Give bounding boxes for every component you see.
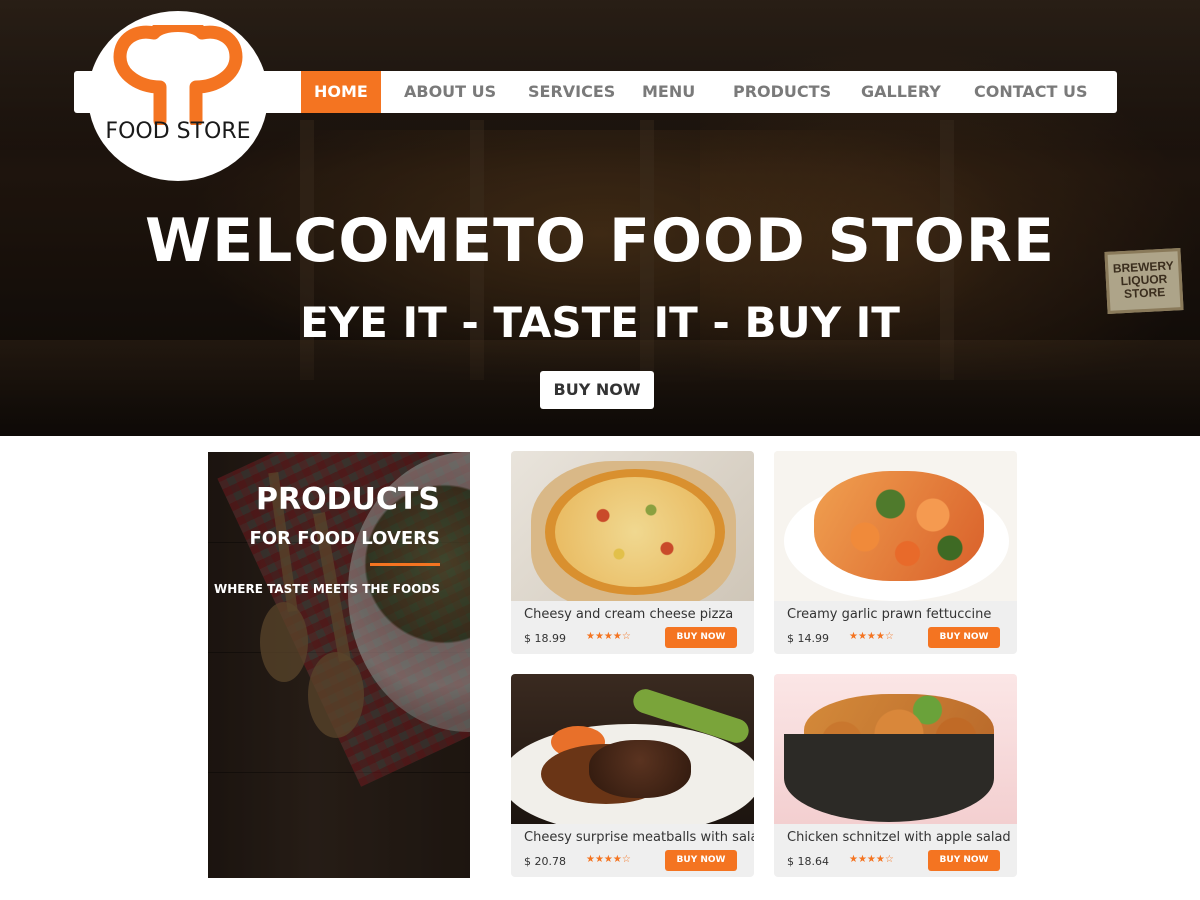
buy-now-button[interactable]: BUY NOW bbox=[928, 627, 1000, 648]
product-image-prawn[interactable] bbox=[774, 451, 1017, 601]
product-price: $ 18.99 bbox=[524, 632, 566, 645]
promo-tagline: WHERE TASTE MEETS THE FOODS bbox=[214, 582, 440, 596]
nav-item-menu[interactable]: MENU bbox=[642, 71, 695, 113]
chef-hat-icon bbox=[113, 25, 243, 125]
pizza-toppings bbox=[555, 477, 715, 587]
nav-item-products[interactable]: PRODUCTS bbox=[733, 71, 831, 113]
promo-panel: PRODUCTS FOR FOOD LOVERS WHERE TASTE MEE… bbox=[208, 452, 470, 878]
prawn-dish bbox=[814, 471, 984, 581]
product-name[interactable]: Cheesy surprise meatballs with salad bbox=[524, 830, 754, 845]
product-image-pizza[interactable] bbox=[511, 451, 754, 601]
site-logo[interactable]: FOOD STORE bbox=[88, 11, 268, 181]
product-price: $ 18.64 bbox=[787, 855, 829, 868]
product-card: Cheesy and cream cheese pizza $ 18.99 ★★… bbox=[511, 451, 754, 654]
basket bbox=[784, 734, 994, 822]
product-image-meatballs[interactable] bbox=[511, 674, 754, 824]
star-rating: ★★★★☆ bbox=[586, 854, 631, 865]
meat bbox=[589, 740, 691, 798]
buy-now-button[interactable]: BUY NOW bbox=[665, 850, 737, 871]
star-rating: ★★★★☆ bbox=[849, 631, 894, 642]
nav-item-home[interactable]: HOME bbox=[301, 71, 381, 113]
promo-divider bbox=[370, 563, 440, 566]
nav-item-services[interactable]: SERVICES bbox=[528, 71, 615, 113]
product-card: Cheesy surprise meatballs with salad $ 2… bbox=[511, 674, 754, 877]
product-card: Creamy garlic prawn fettuccine $ 14.99 ★… bbox=[774, 451, 1017, 654]
nav-item-about-us[interactable]: ABOUT US bbox=[404, 71, 496, 113]
product-name[interactable]: Creamy garlic prawn fettuccine bbox=[787, 607, 991, 622]
buy-now-button[interactable]: BUY NOW bbox=[665, 627, 737, 648]
product-price: $ 14.99 bbox=[787, 632, 829, 645]
promo-subtitle: FOR FOOD LOVERS bbox=[249, 528, 440, 549]
product-name[interactable]: Chicken schnitzel with apple salad bbox=[787, 830, 1011, 845]
star-rating: ★★★★☆ bbox=[849, 854, 894, 865]
logo-text: FOOD STORE bbox=[105, 119, 251, 144]
product-card: Chicken schnitzel with apple salad $ 18.… bbox=[774, 674, 1017, 877]
nav-item-contact-us[interactable]: CONTACT US bbox=[974, 71, 1088, 113]
buy-now-button[interactable]: BUY NOW bbox=[928, 850, 1000, 871]
hero-subtitle: EYE IT - TASTE IT - BUY IT bbox=[300, 298, 900, 347]
hero-buy-now-button[interactable]: BUY NOW bbox=[540, 371, 654, 409]
product-price: $ 20.78 bbox=[524, 855, 566, 868]
nav-item-gallery[interactable]: GALLERY bbox=[861, 71, 941, 113]
star-rating: ★★★★☆ bbox=[586, 631, 631, 642]
promo-title: PRODUCTS bbox=[256, 482, 440, 517]
product-name[interactable]: Cheesy and cream cheese pizza bbox=[524, 607, 733, 622]
hero-title: WELCOMETO FOOD STORE bbox=[145, 206, 1055, 276]
product-image-chicken[interactable] bbox=[774, 674, 1017, 824]
